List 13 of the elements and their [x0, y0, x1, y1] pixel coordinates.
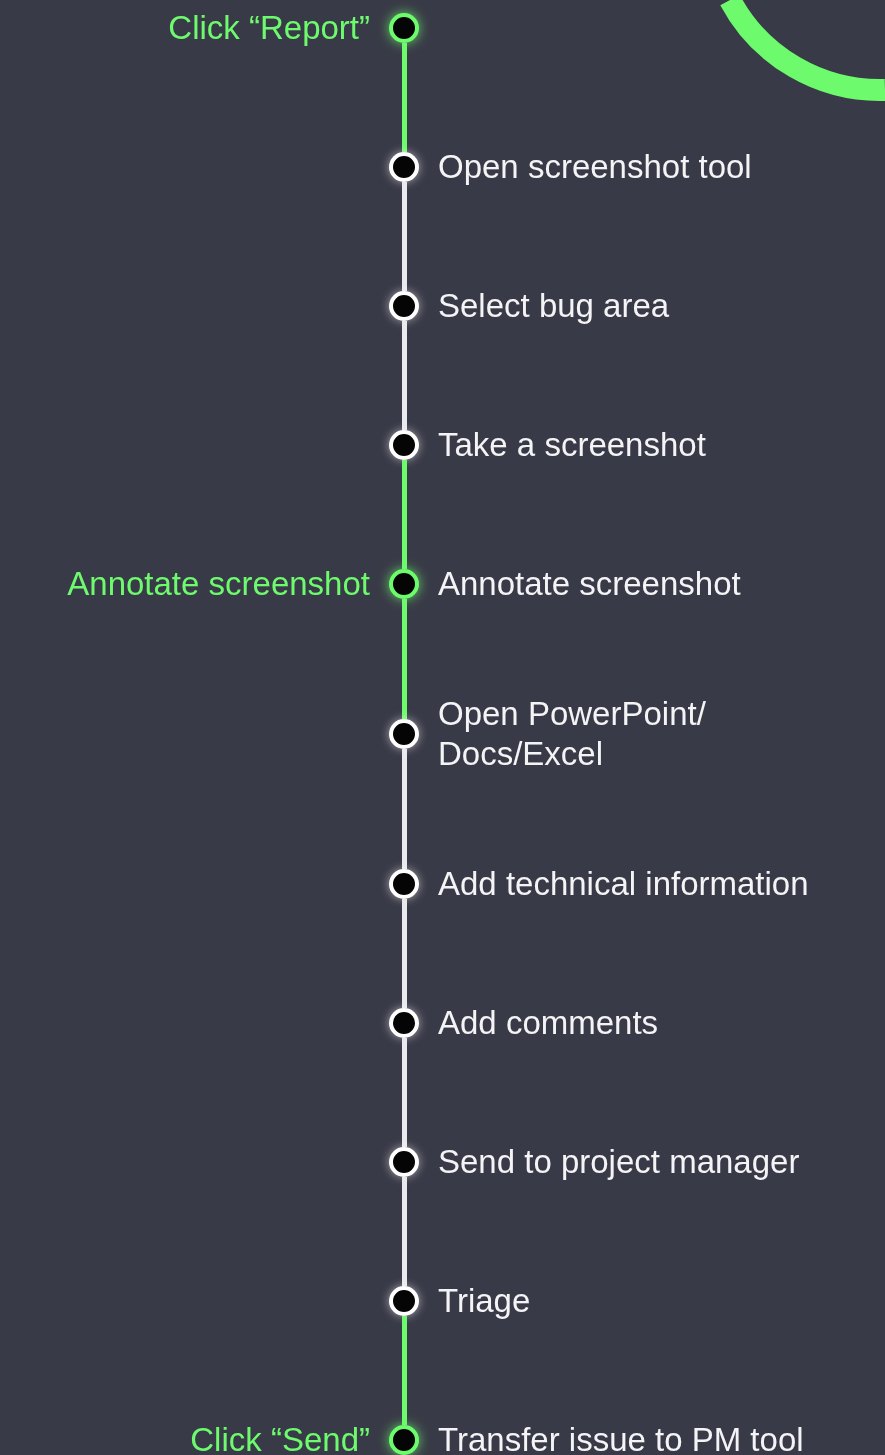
step-highlight-label: Click “Send”: [190, 1420, 370, 1455]
step-label: Take a screenshot: [438, 424, 706, 465]
step-label: Add technical information: [438, 863, 809, 904]
step-label: Add comments: [438, 1002, 659, 1043]
step-highlight-label: Annotate screenshot: [67, 564, 370, 603]
step-highlight-label: Click “Report”: [168, 8, 370, 47]
step-label: Annotate screenshot: [438, 563, 741, 604]
step-label: Send to project manager: [438, 1141, 800, 1182]
step-label: Open screenshot tool: [438, 146, 752, 187]
step-label: Triage: [438, 1280, 531, 1321]
step-label: Select bug area: [438, 285, 670, 326]
step-label: Transfer issue to PM tool: [438, 1419, 804, 1455]
step-label: Open PowerPoint/ Docs/Excel: [438, 693, 706, 774]
